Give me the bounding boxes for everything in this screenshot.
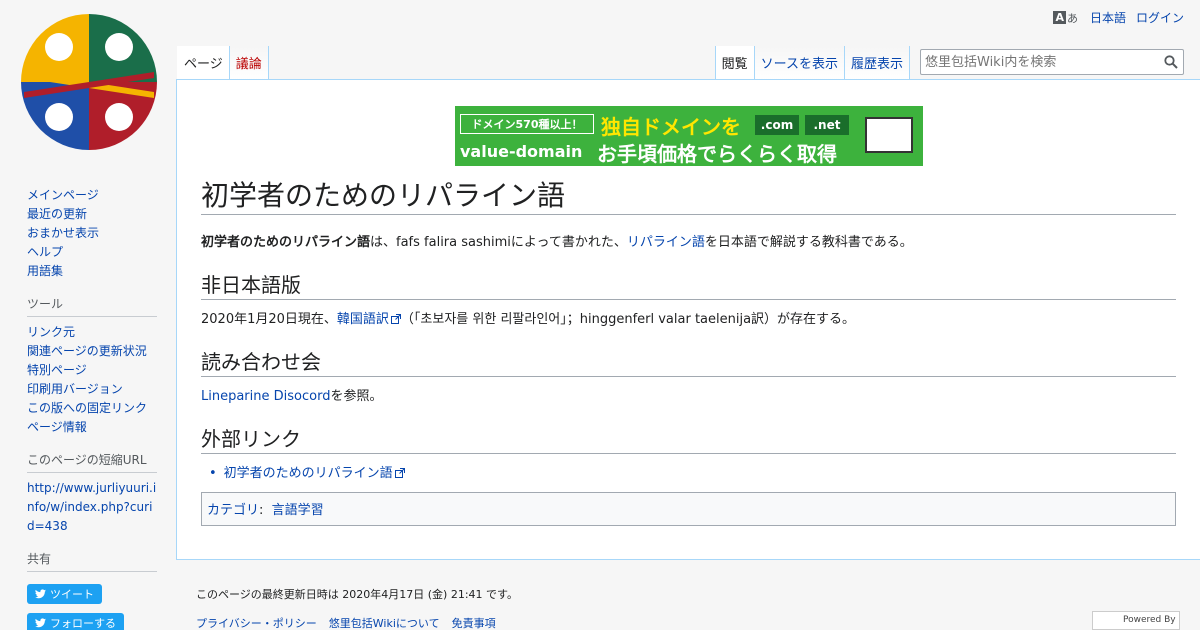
tweet-button[interactable]: ツイート [27, 584, 102, 604]
powered-by-mediawiki-badge[interactable]: Powered By MediaWiki [1092, 611, 1180, 630]
tab-read[interactable]: 閲覧 [714, 46, 755, 80]
list-item: 初学者のためのリパライン語 [209, 464, 1176, 484]
tab-view-source[interactable]: ソースを表示 [754, 46, 845, 80]
footer-links: プライバシー・ポリシー 悠里包括Wikiについて 免責事項 [196, 615, 496, 630]
view-tabs: 閲覧 ソースを表示 履歴表示 [714, 46, 910, 80]
tools-heading: ツール [27, 295, 157, 317]
footer-about-link[interactable]: 悠里包括Wikiについて [329, 615, 440, 630]
sidebar-item-special-pages[interactable]: 特別ページ [27, 361, 157, 380]
banner-headline: 独自ドメインを [601, 115, 741, 139]
sidebar-item-main-page[interactable]: メインページ [27, 186, 157, 205]
tab-page[interactable]: ページ [177, 46, 230, 80]
sidebar-item-help[interactable]: ヘルプ [27, 243, 157, 262]
tools-portal: リンク元 関連ページの更新状況 特別ページ 印刷用バージョン この版への固定リン… [27, 323, 157, 437]
korean-translation-link[interactable]: 韓国語訳 [337, 312, 401, 327]
section-heading: 外部リンク [201, 425, 1176, 454]
page-title: 初学者のためのリパライン語 [201, 178, 1176, 215]
external-link-icon [390, 314, 401, 324]
external-links-list: 初学者のためのリパライン語 [209, 464, 1176, 484]
shorturl-heading: このページの短縮URL [27, 451, 157, 473]
tab-history[interactable]: 履歴表示 [844, 46, 910, 80]
footer-lastmod: このページの最終更新日時は 2020年4月17日 (金) 21:41 です。 [196, 588, 518, 601]
section-paragraph: 2020年1月20日現在、韓国語訳 （「초보자를 위한 리팔라인어」；hingge… [201, 312, 856, 327]
category-item[interactable]: 言語学習 [272, 503, 324, 518]
external-link[interactable]: 初学者のためのリパライン語 [224, 466, 405, 481]
shorturl-link[interactable]: http://www.jurliyuuri.info/w/index.php?c… [27, 479, 157, 536]
footer-privacy-link[interactable]: プライバシー・ポリシー [196, 615, 317, 630]
sidebar-item-print[interactable]: 印刷用バージョン [27, 380, 157, 399]
search-box [920, 49, 1184, 75]
tab-talk[interactable]: 議論 [229, 46, 269, 80]
sidebar: メインページ 最近の更新 おまかせ表示 ヘルプ 用語集 ツール リンク元 関連ペ… [27, 186, 157, 630]
lipalain-link[interactable]: リパライン語 [627, 235, 705, 250]
content-area: ドメイン570種以上！ 独自ドメインを .com .net value-doma… [176, 79, 1200, 560]
banner-badge: ドメイン570種以上！ [460, 114, 594, 134]
language-link[interactable]: 日本語 [1090, 9, 1126, 26]
intro-paragraph: 初学者のためのリパライン語は、fafs falira sashimiによって書か… [201, 235, 913, 250]
language-icon[interactable]: Aあ [1053, 10, 1078, 26]
sidebar-item-random[interactable]: おまかせ表示 [27, 224, 157, 243]
ad-banner[interactable]: ドメイン570種以上！ 独自ドメインを .com .net value-doma… [455, 106, 923, 166]
banner-tagline: お手頃価格でらくらく取得 [597, 142, 837, 166]
monitor-icon [865, 117, 913, 153]
footer-disclaimer-link[interactable]: 免責事項 [452, 615, 496, 630]
search-input[interactable] [921, 50, 1183, 74]
sidebar-item-page-info[interactable]: ページ情報 [27, 418, 157, 437]
sidebar-item-glossary[interactable]: 用語集 [27, 262, 157, 281]
follow-button[interactable]: フォローする [27, 613, 124, 630]
login-link[interactable]: ログイン [1136, 9, 1184, 26]
categories-label[interactable]: カテゴリ [207, 503, 259, 518]
banner-net: .net [805, 115, 849, 135]
section-paragraph: Lineparine Disocordを参照。 [201, 389, 383, 404]
section-heading: 読み合わせ会 [201, 348, 1176, 377]
share-heading: 共有 [27, 550, 157, 572]
personal-tools: Aあ 日本語 ログイン [1053, 9, 1184, 26]
search-icon[interactable] [1164, 55, 1178, 69]
discord-link[interactable]: Lineparine Disocord [201, 389, 330, 404]
site-logo[interactable] [19, 12, 159, 152]
twitter-icon [35, 618, 46, 628]
sidebar-item-permalink[interactable]: この版への固定リンク [27, 399, 157, 418]
navigation-portal: メインページ 最近の更新 おまかせ表示 ヘルプ 用語集 [27, 186, 157, 281]
external-link-icon [394, 468, 405, 478]
banner-brand: value-domain [460, 142, 583, 161]
article-body: 初学者のためのリパライン語 初学者のためのリパライン語は、fafs falira… [201, 178, 1176, 526]
sidebar-item-what-links-here[interactable]: リンク元 [27, 323, 157, 342]
twitter-icon [35, 589, 46, 599]
namespace-tabs: ページ 議論 [177, 46, 269, 80]
sidebar-item-recent-changes[interactable]: 最近の更新 [27, 205, 157, 224]
banner-com: .com [755, 115, 799, 135]
category-links: カテゴリ: 言語学習 [201, 492, 1176, 526]
section-heading: 非日本語版 [201, 271, 1176, 300]
sidebar-item-related-changes[interactable]: 関連ページの更新状況 [27, 342, 157, 361]
